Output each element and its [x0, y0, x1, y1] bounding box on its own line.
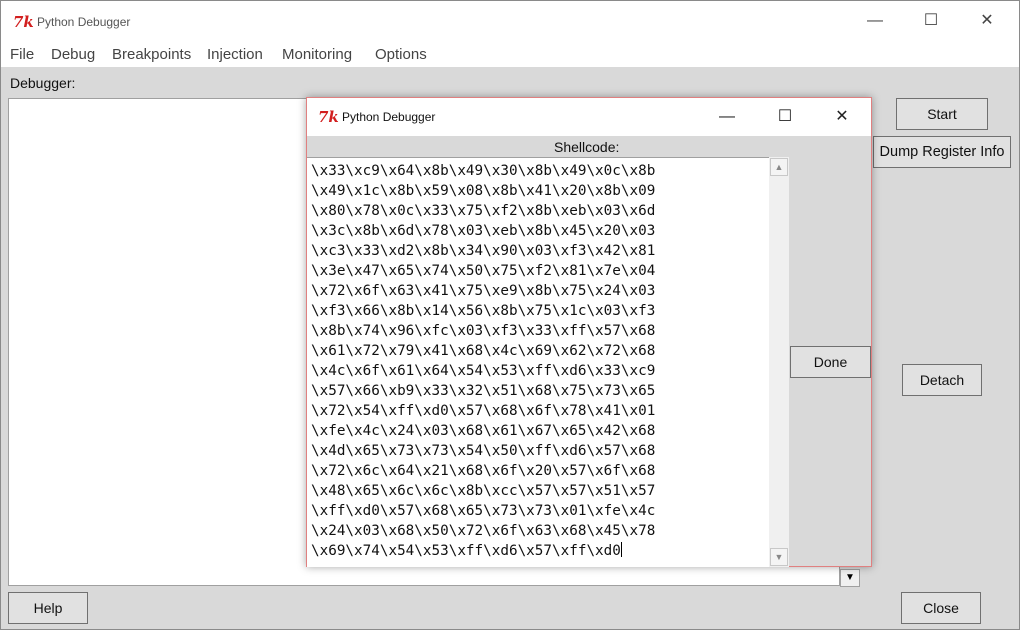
shellcode-scrollbar[interactable]: ▲ ▼ — [769, 157, 789, 567]
maximize-icon[interactable]: ☐ — [909, 6, 953, 36]
shellcode-line: \x49\x1c\x8b\x59\x08\x8b\x41\x20\x8b\x09 — [311, 183, 656, 199]
detach-button[interactable]: Detach — [902, 364, 982, 396]
text-caret — [620, 542, 622, 557]
shellcode-line: \x4c\x6f\x61\x64\x54\x53\xff\xd6\x33\xc9 — [311, 363, 656, 379]
shellcode-line: \x57\x66\xb9\x33\x32\x51\x68\x75\x73\x65 — [311, 383, 656, 399]
shellcode-line: \x61\x72\x79\x41\x68\x4c\x69\x62\x72\x68 — [311, 343, 656, 359]
shellcode-line: \x48\x65\x6c\x6c\x8b\xcc\x57\x57\x51\x57 — [311, 483, 656, 499]
scroll-down-icon[interactable]: ▼ — [770, 548, 788, 566]
shellcode-line: \x4d\x65\x73\x73\x54\x50\xff\xd6\x57\x68 — [311, 443, 656, 459]
menu-file[interactable]: File — [10, 46, 34, 63]
dialog-close-icon[interactable]: ✕ — [820, 102, 864, 132]
shellcode-dialog: 7k Python Debugger — ☐ ✕ Shellcode: \x33… — [306, 97, 872, 567]
dialog-body: Shellcode: \x33\xc9\x64\x8b\x49\x30\x8b\… — [307, 136, 871, 567]
done-button[interactable]: Done — [790, 346, 871, 378]
shellcode-line: \x33\xc9\x64\x8b\x49\x30\x8b\x49\x0c\x8b — [311, 163, 656, 179]
start-button[interactable]: Start — [896, 98, 988, 130]
window-title: Python Debugger — [37, 15, 131, 29]
dialog-title: Python Debugger — [342, 110, 436, 124]
shellcode-line: \xc3\x33\xd2\x8b\x34\x90\x03\xf3\x42\x81 — [311, 243, 656, 259]
title-bar[interactable]: 7k Python Debugger — ☐ ✕ — [1, 1, 1019, 41]
shellcode-line: \x24\x03\x68\x50\x72\x6f\x63\x68\x45\x78 — [311, 523, 656, 539]
menu-debug[interactable]: Debug — [51, 46, 95, 63]
dialog-title-bar[interactable]: 7k Python Debugger — ☐ ✕ — [307, 98, 871, 136]
tk-feather-icon: 7k — [318, 108, 339, 126]
debugger-label: Debugger: — [10, 75, 76, 91]
menu-monitoring[interactable]: Monitoring — [282, 46, 352, 63]
close-icon[interactable]: ✕ — [965, 6, 1009, 36]
shellcode-line: \x69\x74\x54\x53\xff\xd6\x57\xff\xd0 — [311, 542, 622, 559]
dump-register-info-button[interactable]: Dump Register Info — [873, 136, 1011, 168]
dialog-maximize-icon[interactable]: ☐ — [763, 102, 807, 132]
shellcode-line: \xfe\x4c\x24\x03\x68\x61\x67\x65\x42\x68 — [311, 423, 656, 439]
shellcode-line: \x8b\x74\x96\xfc\x03\xf3\x33\xff\x57\x68 — [311, 323, 656, 339]
shellcode-line: \xf3\x66\x8b\x14\x56\x8b\x75\x1c\x03\xf3 — [311, 303, 656, 319]
shellcode-label: Shellcode: — [554, 139, 620, 155]
help-button[interactable]: Help — [8, 592, 88, 624]
menu-bar: File Debug Breakpoints Injection Monitor… — [1, 41, 1019, 67]
tk-feather-icon: 7k — [13, 13, 34, 31]
dialog-minimize-icon[interactable]: — — [705, 102, 749, 132]
minimize-icon[interactable]: — — [853, 6, 897, 36]
menu-breakpoints[interactable]: Breakpoints — [112, 46, 191, 63]
shellcode-line: \x72\x6c\x64\x21\x68\x6f\x20\x57\x6f\x68 — [311, 463, 656, 479]
close-button[interactable]: Close — [901, 592, 981, 624]
shellcode-line: \x72\x54\xff\xd0\x57\x68\x6f\x78\x41\x01 — [311, 403, 656, 419]
shellcode-line: \x3c\x8b\x6d\x78\x03\xeb\x8b\x45\x20\x03 — [311, 223, 656, 239]
scroll-down-icon[interactable]: ▼ — [840, 569, 860, 587]
shellcode-lines: \x33\xc9\x64\x8b\x49\x30\x8b\x49\x0c\x8b… — [311, 161, 655, 561]
shellcode-line: \x80\x78\x0c\x33\x75\xf2\x8b\xeb\x03\x6d — [311, 203, 656, 219]
shellcode-textbox[interactable]: \x33\xc9\x64\x8b\x49\x30\x8b\x49\x0c\x8b… — [307, 157, 769, 567]
shellcode-line: \x72\x6f\x63\x41\x75\xe9\x8b\x75\x24\x03 — [311, 283, 656, 299]
menu-injection[interactable]: Injection — [207, 46, 263, 63]
scroll-up-icon[interactable]: ▲ — [770, 158, 788, 176]
menu-options[interactable]: Options — [375, 46, 427, 63]
shellcode-line: \x3e\x47\x65\x74\x50\x75\xf2\x81\x7e\x04 — [311, 263, 656, 279]
shellcode-line: \xff\xd0\x57\x68\x65\x73\x73\x01\xfe\x4c — [311, 503, 656, 519]
